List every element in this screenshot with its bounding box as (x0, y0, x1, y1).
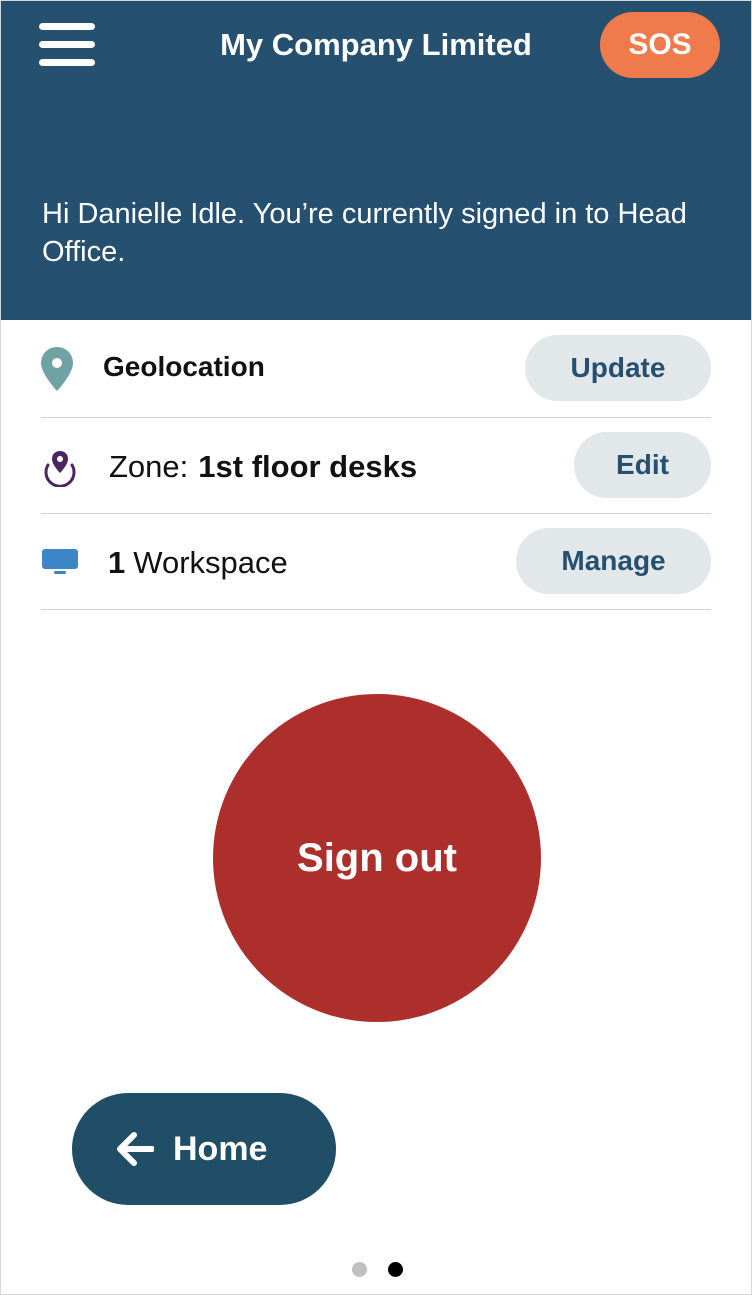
zone-prefix: Zone: (109, 449, 189, 484)
map-pin-icon (41, 347, 73, 391)
manage-workspace-button[interactable]: Manage (516, 528, 711, 594)
monitor-icon (42, 549, 78, 574)
workspace-row: 1 Workspace Manage (41, 513, 711, 610)
header: My Company Limited SOS Hi Danielle Idle.… (1, 1, 751, 320)
zone-location-icon (44, 451, 76, 487)
workspace-text: Workspace (133, 545, 288, 580)
zone-name: 1st floor desks (198, 449, 418, 484)
home-button[interactable]: Home (72, 1093, 336, 1205)
sign-out-button[interactable]: Sign out (213, 694, 541, 1022)
zone-row: Zone: 1st floor desks Edit (41, 417, 711, 514)
pager-dot-2-active[interactable] (388, 1262, 403, 1277)
hamburger-icon (39, 23, 95, 30)
home-label: Home (173, 1130, 268, 1168)
geolocation-row: Geolocation Update (41, 321, 711, 418)
arrow-left-icon (117, 1132, 154, 1166)
hamburger-icon-bar (39, 41, 95, 48)
app-title: My Company Limited (220, 27, 532, 62)
greeting-text: Hi Danielle Idle. You’re currently signe… (42, 198, 687, 268)
geolocation-label: Geolocation (103, 351, 265, 382)
workspace-count: 1 (108, 545, 126, 580)
sos-button[interactable]: SOS (600, 12, 720, 78)
workspace-label: 1 Workspace (108, 543, 288, 583)
edit-zone-button[interactable]: Edit (574, 432, 711, 498)
zone-label: Zone: 1st floor desks (109, 447, 417, 487)
update-button[interactable]: Update (525, 335, 711, 401)
app-screen: My Company Limited SOS Hi Danielle Idle.… (0, 0, 752, 1295)
menu-button[interactable] (39, 23, 97, 67)
pager-dot-1[interactable] (352, 1262, 367, 1277)
hamburger-icon-bar (39, 59, 95, 66)
